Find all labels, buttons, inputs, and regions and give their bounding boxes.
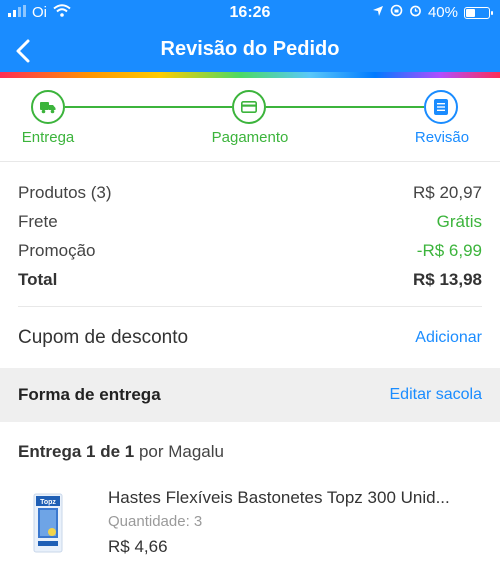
truck-icon bbox=[40, 102, 56, 114]
step-connector bbox=[266, 106, 424, 108]
delivery-count: Entrega 1 de 1 bbox=[18, 442, 135, 461]
delivery-method-section: Forma de entrega Editar sacola bbox=[0, 368, 500, 422]
product-brand-text: Topz bbox=[40, 499, 56, 506]
step-pagamento[interactable] bbox=[232, 90, 266, 124]
card-icon bbox=[241, 101, 257, 113]
checkout-stepper: Entrega Pagamento Revisão bbox=[0, 78, 500, 162]
summary-row-promo: Promoção -R$ 6,99 bbox=[18, 236, 482, 265]
summary-row-shipping: Frete Grátis bbox=[18, 207, 482, 236]
status-bar: Oi 16:26 40% bbox=[0, 0, 500, 26]
promo-value: -R$ 6,99 bbox=[416, 241, 482, 260]
delivery-info: Entrega 1 de 1 por Magalu bbox=[18, 442, 224, 462]
product-price: R$ 4,66 bbox=[108, 537, 168, 556]
step-label-pagamento: Pagamento bbox=[211, 129, 289, 146]
step-connector bbox=[65, 106, 232, 108]
add-coupon-link[interactable]: Adicionar bbox=[415, 329, 482, 347]
summary-row-total: Total R$ 13,98 bbox=[18, 265, 482, 294]
shipping-label: Frete bbox=[18, 212, 58, 231]
total-value: R$ 13,98 bbox=[413, 270, 482, 289]
product-image: Topz bbox=[33, 493, 63, 553]
products-value: R$ 20,97 bbox=[413, 183, 482, 202]
orientation-lock-icon bbox=[390, 4, 403, 21]
page-title: Revisão do Pedido bbox=[160, 38, 340, 60]
delivery-seller: por Magalu bbox=[134, 442, 224, 461]
step-entrega[interactable] bbox=[31, 90, 65, 124]
total-label: Total bbox=[18, 270, 58, 289]
coupon-row: Cupom de desconto Adicionar bbox=[18, 318, 482, 358]
divider bbox=[18, 306, 482, 307]
step-revisao[interactable] bbox=[424, 90, 458, 124]
shipping-value: Grátis bbox=[436, 212, 482, 231]
order-summary: Produtos (3) R$ 20,97 Frete Grátis Promo… bbox=[18, 178, 482, 294]
product-item[interactable]: Topz Hastes Flexíveis Bastonetes Topz 30… bbox=[0, 482, 500, 577]
product-quantity: Quantidade: 3 bbox=[108, 513, 203, 530]
step-label-revisao: Revisão bbox=[414, 129, 470, 146]
product-thumbnail: Topz bbox=[22, 492, 74, 554]
battery-icon bbox=[464, 6, 493, 19]
step-label-entrega: Entrega bbox=[21, 129, 75, 146]
location-icon bbox=[372, 4, 384, 21]
coupon-label: Cupom de desconto bbox=[18, 327, 189, 348]
summary-row-products: Produtos (3) R$ 20,97 bbox=[18, 178, 482, 207]
battery-percent: 40% bbox=[427, 4, 458, 21]
delivery-method-label: Forma de entrega bbox=[18, 385, 161, 404]
app-header: Oi 16:26 40% Revisão do Pedido bbox=[0, 0, 500, 78]
alarm-icon bbox=[409, 4, 422, 21]
list-icon bbox=[434, 99, 448, 115]
promo-label: Promoção bbox=[18, 241, 96, 260]
products-label: Produtos (3) bbox=[18, 183, 112, 202]
edit-bag-link[interactable]: Editar sacola bbox=[390, 386, 483, 404]
product-name: Hastes Flexíveis Bastonetes Topz 300 Uni… bbox=[108, 488, 450, 507]
